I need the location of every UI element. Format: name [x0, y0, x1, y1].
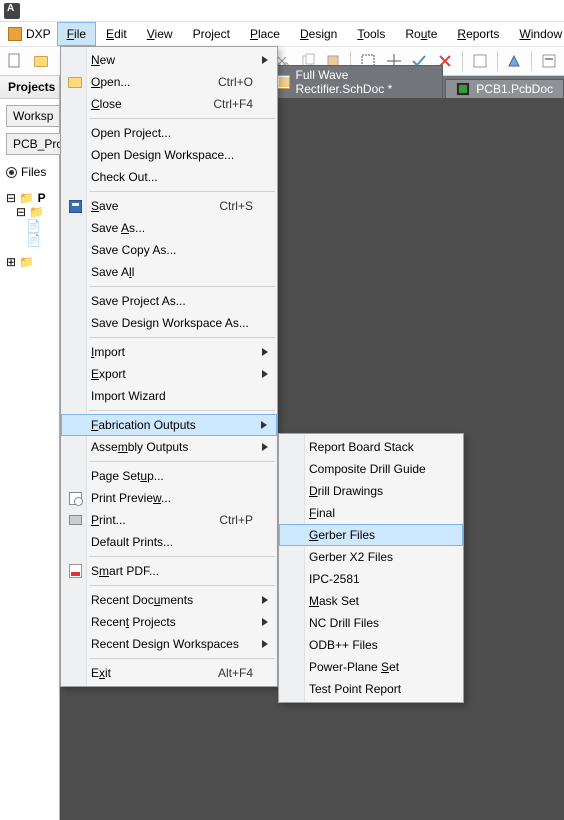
titlebar: [0, 0, 564, 22]
menu-file[interactable]: File: [57, 22, 96, 46]
file-fabrication-outputs[interactable]: Fabrication Outputs: [61, 414, 277, 436]
fab-gerber-x2-files[interactable]: Gerber X2 Files: [279, 546, 463, 568]
fab-composite-drill-guide[interactable]: Composite Drill Guide: [279, 458, 463, 480]
menu-place[interactable]: Place: [240, 22, 290, 46]
file-menu: New Open...Ctrl+O CloseCtrl+F4 Open Proj…: [60, 46, 278, 687]
menu-design[interactable]: Design: [290, 22, 347, 46]
fab-mask-set[interactable]: Mask Set: [279, 590, 463, 612]
menu-edit[interactable]: Edit: [96, 22, 137, 46]
fab-odb-files[interactable]: ODB++ Files: [279, 634, 463, 656]
file-export[interactable]: Export: [61, 363, 277, 385]
dxp-icon: [8, 27, 22, 41]
save-icon: [67, 198, 83, 214]
menu-reports[interactable]: Reports: [447, 22, 509, 46]
toolbar-drc-icon[interactable]: [504, 50, 526, 72]
file-exit[interactable]: ExitAlt+F4: [61, 662, 277, 684]
menu-route[interactable]: Route: [395, 22, 447, 46]
toolbar-fit-icon[interactable]: [469, 50, 491, 72]
file-save-project-as[interactable]: Save Project As...: [61, 290, 277, 312]
files-radio[interactable]: Files: [6, 165, 53, 179]
pcb-doc-icon: [456, 82, 470, 96]
file-checkout[interactable]: Check Out...: [61, 166, 277, 188]
file-open[interactable]: Open...Ctrl+O: [61, 71, 277, 93]
file-assembly-outputs[interactable]: Assembly Outputs: [61, 436, 277, 458]
file-save-all[interactable]: Save All: [61, 261, 277, 283]
toolbar-new-icon[interactable]: [4, 50, 26, 72]
file-page-setup[interactable]: Page Setup...: [61, 465, 277, 487]
file-recent-documents[interactable]: Recent Documents: [61, 589, 277, 611]
file-print[interactable]: Print...Ctrl+P: [61, 509, 277, 531]
folder-open-icon: [67, 74, 83, 90]
file-new[interactable]: New: [61, 49, 277, 71]
fabrication-outputs-submenu: Report Board Stack Composite Drill Guide…: [278, 433, 464, 703]
fab-nc-drill-files[interactable]: NC Drill Files: [279, 612, 463, 634]
print-icon: [67, 512, 83, 528]
file-recent-projects[interactable]: Recent Projects: [61, 611, 277, 633]
tab-pcbdoc[interactable]: PCB1.PcbDoc: [445, 79, 564, 98]
file-save-as[interactable]: Save As...: [61, 217, 277, 239]
file-smart-pdf[interactable]: Smart PDF...: [61, 560, 277, 582]
file-save[interactable]: SaveCtrl+S: [61, 195, 277, 217]
toolbar-browse-icon[interactable]: [538, 50, 560, 72]
menu-project[interactable]: Project: [183, 22, 240, 46]
print-preview-icon: [67, 490, 83, 506]
fab-final[interactable]: Final: [279, 502, 463, 524]
dxp-menu[interactable]: DXP: [2, 22, 57, 46]
menu-tools[interactable]: Tools: [347, 22, 395, 46]
projects-panel: Projects Worksp PCB_Pro Files ⊟ 📁 P ⊟ 📁 …: [0, 76, 60, 820]
file-close[interactable]: CloseCtrl+F4: [61, 93, 277, 115]
toolbar-open-icon[interactable]: [30, 50, 52, 72]
file-import[interactable]: Import: [61, 341, 277, 363]
pdf-icon: [67, 563, 83, 579]
file-default-prints[interactable]: Default Prints...: [61, 531, 277, 553]
tab-pcbdoc-label: PCB1.PcbDoc: [476, 82, 553, 96]
tab-schdoc-label: Full Wave Rectifier.SchDoc *: [296, 68, 433, 96]
app-icon: [4, 3, 20, 19]
tab-schdoc[interactable]: Full Wave Rectifier.SchDoc *: [266, 65, 443, 98]
menu-view[interactable]: View: [137, 22, 183, 46]
fab-test-point-report[interactable]: Test Point Report: [279, 678, 463, 700]
fab-report-board-stack[interactable]: Report Board Stack: [279, 436, 463, 458]
project-tree[interactable]: ⊟ 📁 P ⊟ 📁 📄 📄 ⊞ 📁: [6, 191, 53, 269]
file-import-wizard[interactable]: Import Wizard: [61, 385, 277, 407]
fab-drill-drawings[interactable]: Drill Drawings: [279, 480, 463, 502]
fab-power-plane-set[interactable]: Power-Plane Set: [279, 656, 463, 678]
projects-panel-title: Projects: [0, 76, 59, 99]
files-radio-label: Files: [21, 165, 46, 179]
fab-ipc-2581[interactable]: IPC-2581: [279, 568, 463, 590]
fab-gerber-files[interactable]: Gerber Files: [279, 524, 463, 546]
workspace-button[interactable]: Worksp: [6, 105, 60, 127]
file-print-preview[interactable]: Print Preview...: [61, 487, 277, 509]
file-open-project[interactable]: Open Project...: [61, 122, 277, 144]
file-save-copy-as[interactable]: Save Copy As...: [61, 239, 277, 261]
file-open-workspace[interactable]: Open Design Workspace...: [61, 144, 277, 166]
schematic-doc-icon: [277, 75, 290, 89]
file-recent-workspaces[interactable]: Recent Design Workspaces: [61, 633, 277, 655]
menubar: DXP File Edit View Project Place Design …: [0, 22, 564, 46]
file-save-workspace-as[interactable]: Save Design Workspace As...: [61, 312, 277, 334]
menu-window[interactable]: Window: [509, 22, 564, 46]
dxp-label: DXP: [26, 27, 51, 41]
